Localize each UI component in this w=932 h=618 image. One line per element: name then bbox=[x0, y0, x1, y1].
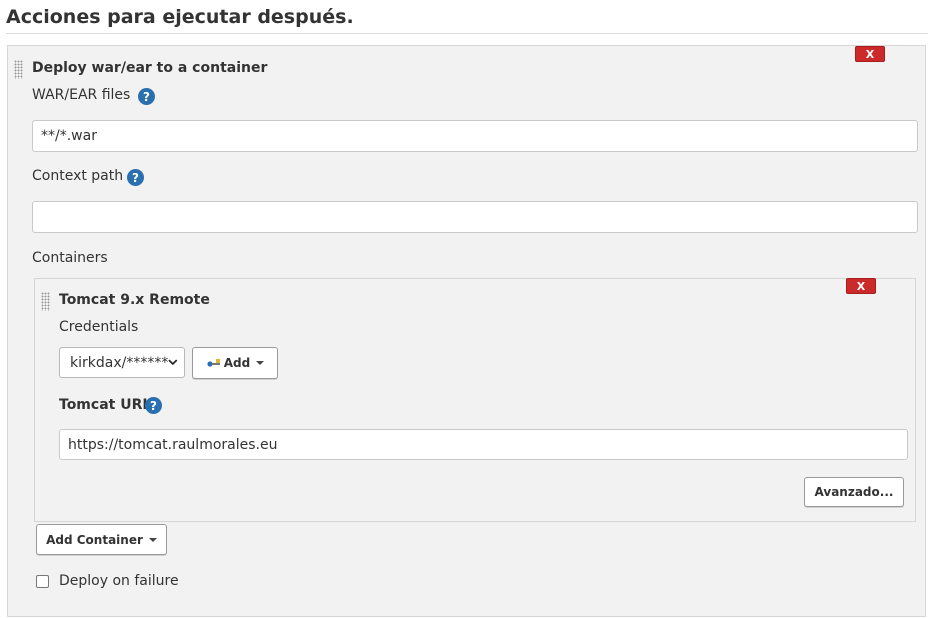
help-icon[interactable]: ? bbox=[138, 88, 155, 105]
section-divider bbox=[6, 33, 928, 34]
deploy-on-failure-label: Deploy on failure bbox=[59, 573, 179, 589]
war-files-input[interactable]: **/*.war bbox=[32, 120, 918, 152]
deploy-on-failure-checkbox[interactable] bbox=[36, 575, 49, 588]
section-title: Acciones para ejecutar después. bbox=[6, 6, 354, 28]
help-icon[interactable]: ? bbox=[145, 397, 162, 414]
key-icon bbox=[207, 359, 220, 367]
delete-deploy-button[interactable]: X bbox=[855, 46, 885, 62]
tomcat-url-label: Tomcat URL bbox=[59, 397, 152, 413]
context-path-input[interactable] bbox=[32, 201, 918, 233]
context-path-label: Context path bbox=[32, 168, 124, 184]
credentials-selected-value: kirkdax/****** bbox=[70, 354, 169, 371]
caret-down-icon bbox=[256, 361, 265, 365]
add-credentials-button[interactable]: Add bbox=[192, 347, 278, 379]
help-icon[interactable]: ? bbox=[127, 169, 144, 186]
deploy-title: Deploy war/ear to a container bbox=[32, 60, 268, 76]
caret-down-icon bbox=[148, 537, 157, 542]
war-files-label: WAR/EAR files bbox=[32, 87, 131, 103]
credentials-select[interactable]: kirkdax/****** bbox=[59, 347, 185, 378]
add-container-button[interactable]: Add Container bbox=[36, 524, 167, 555]
tomcat-url-input[interactable]: https://tomcat.raulmorales.eu bbox=[59, 429, 908, 460]
container-panel bbox=[34, 278, 916, 522]
delete-container-button[interactable]: X bbox=[846, 278, 876, 294]
credentials-label: Credentials bbox=[59, 319, 139, 335]
containers-label: Containers bbox=[32, 250, 108, 266]
advanced-button[interactable]: Avanzado... bbox=[804, 477, 904, 507]
add-container-label: Add Container bbox=[46, 532, 143, 547]
drag-handle-icon[interactable] bbox=[14, 60, 23, 79]
container-title: Tomcat 9.x Remote bbox=[59, 292, 210, 308]
chevron-down-icon bbox=[168, 359, 178, 366]
drag-handle-icon[interactable] bbox=[41, 292, 50, 311]
add-credentials-label: Add bbox=[223, 356, 251, 370]
